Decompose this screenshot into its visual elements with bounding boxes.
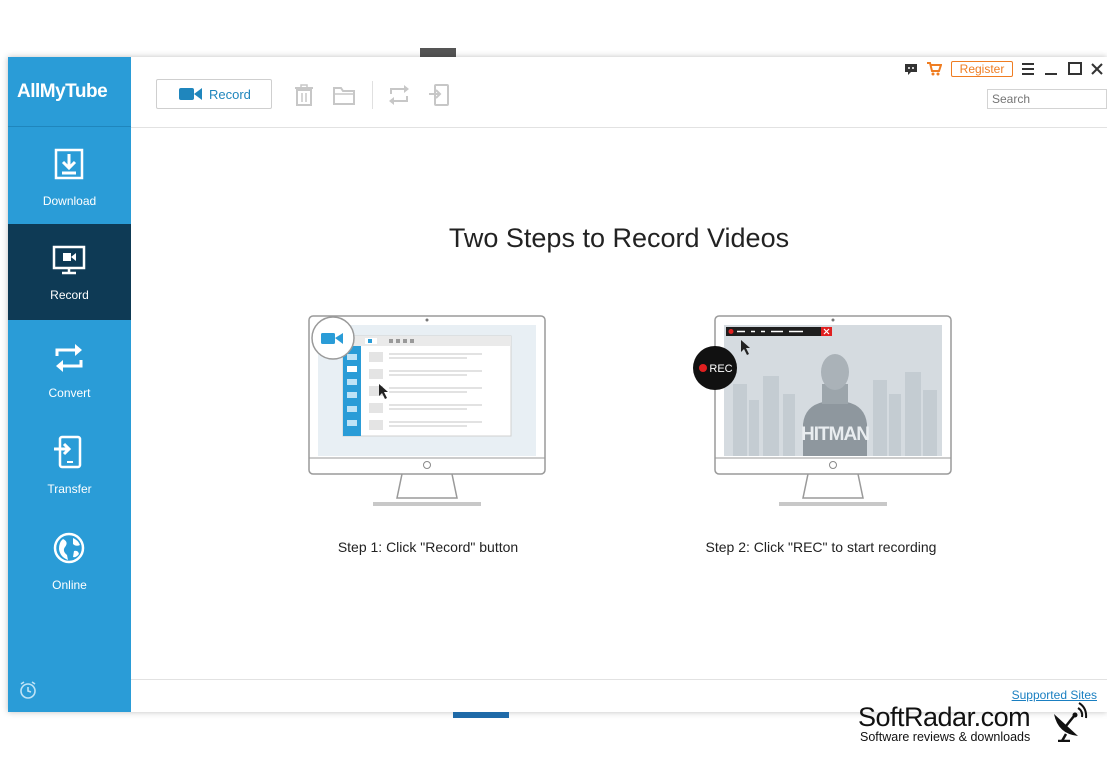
folder-icon[interactable] <box>332 83 356 107</box>
step2-illustration: HITMAN REC <box>693 315 952 506</box>
sidebar-item-online[interactable]: Online <box>8 512 131 608</box>
toolbar: Record Register Search <box>131 57 1107 128</box>
step1-illustration <box>308 315 546 506</box>
sidebar: AllMyTube Download Record Convert Transf… <box>8 57 131 712</box>
convert-icon[interactable] <box>387 83 411 107</box>
record-button[interactable]: Record <box>156 79 272 109</box>
close-icon[interactable] <box>1089 61 1105 77</box>
import-icon[interactable] <box>427 83 451 107</box>
hitman-label: HITMAN <box>801 424 869 445</box>
step1-caption: Step 1: Click "Record" button <box>337 539 519 555</box>
chat-icon[interactable] <box>903 61 919 77</box>
sidebar-item-convert[interactable]: Convert <box>8 320 131 416</box>
toolbar-divider <box>372 81 373 109</box>
background-window-thumbnail <box>420 48 456 57</box>
download-icon <box>54 148 84 180</box>
page-title: Two Steps to Record Videos <box>448 223 790 253</box>
register-button[interactable]: Register <box>951 61 1013 77</box>
record-button-label: Record <box>209 86 251 102</box>
cart-icon[interactable] <box>926 61 942 77</box>
search-input[interactable] <box>987 89 1107 109</box>
app-logo: AllMyTube <box>8 57 131 127</box>
sidebar-item-download[interactable]: Download <box>8 128 131 224</box>
sidebar-item-record[interactable]: Record <box>8 224 131 320</box>
sidebar-item-label: Transfer <box>47 482 92 496</box>
watermark-title: SoftRadar.com <box>858 702 1031 732</box>
satellite-dish-icon <box>1054 702 1088 742</box>
menu-icon[interactable] <box>1020 61 1036 77</box>
background-window-tab <box>453 712 509 718</box>
minimize-icon[interactable] <box>1043 61 1059 77</box>
maximize-icon[interactable] <box>1067 61 1083 77</box>
sidebar-item-label: Convert <box>48 386 91 400</box>
convert-icon <box>55 344 83 372</box>
globe-icon <box>53 532 85 564</box>
alarm-clock-icon[interactable] <box>18 680 38 700</box>
sidebar-item-transfer[interactable]: Transfer <box>8 416 131 512</box>
trash-icon[interactable] <box>292 83 316 107</box>
softradar-watermark: SoftRadar.com Software reviews & downloa… <box>858 702 1098 748</box>
video-camera-icon <box>179 88 202 100</box>
transfer-icon <box>54 435 82 469</box>
sidebar-item-label: Record <box>50 288 89 302</box>
monitor-record-icon <box>52 245 86 275</box>
main-content: Two Steps to Record Videos Step 1: Click… <box>131 128 1107 679</box>
sidebar-item-label: Online <box>52 578 87 592</box>
app-window: AllMyTube Download Record Convert Transf… <box>8 57 1107 712</box>
rec-badge: REC <box>709 363 732 375</box>
step2-caption: Step 2: Click "REC" to start recording <box>705 539 937 555</box>
sidebar-item-label: Download <box>42 194 97 208</box>
watermark-subtitle: Software reviews & downloads <box>860 730 1031 744</box>
